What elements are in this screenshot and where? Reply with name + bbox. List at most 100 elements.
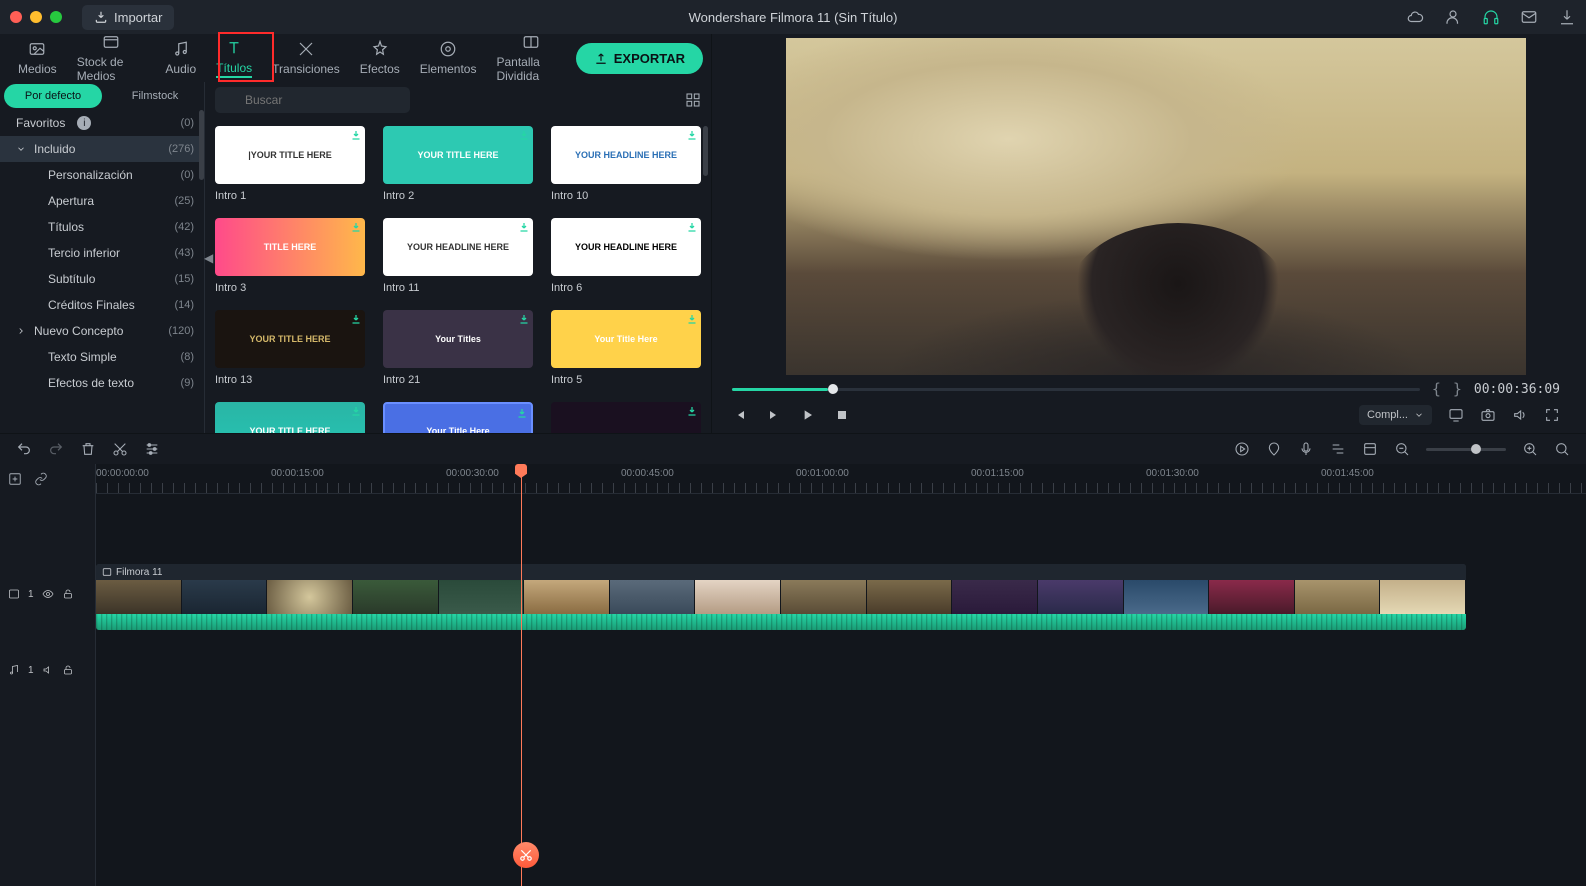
tab-default[interactable]: Por defecto [4,84,102,108]
effects-icon [371,40,389,58]
thumb-item[interactable]: YOUR TITLE HEREIntro 13 [215,310,365,386]
thumb-label: Intro 1 [215,190,365,202]
minimize-window[interactable] [30,11,42,23]
tab-transiciones[interactable]: Transiciones [262,36,350,80]
thumb-item[interactable]: |YOUR TITLE HEREIntro 1 [215,126,365,202]
grid-scrollbar[interactable] [703,126,708,176]
tree-favoritos[interactable]: Favoritosi(0) [0,110,204,136]
voiceover-icon[interactable] [1298,441,1314,457]
snapshot-icon[interactable] [1480,407,1496,423]
clip-icon [102,567,112,577]
thumb-item[interactable]: YOUR HEADLINE HEREIntro 10 [551,126,701,202]
eye-icon[interactable] [42,588,54,600]
category-list[interactable]: Favoritosi(0) Incluido(276) Personalizac… [0,110,204,433]
tab-split-screen[interactable]: Pantalla Dividida [486,29,575,87]
tab-medios[interactable]: Medios [8,36,67,80]
thumb-item[interactable]: YOUR HEADLINE HEREIntro 6 [551,218,701,294]
stop-button[interactable] [834,407,850,423]
split-button[interactable] [513,842,539,868]
zoom-slider[interactable] [1426,448,1506,451]
redo-button[interactable] [48,441,64,457]
tab-titulos[interactable]: Títulos [206,35,262,82]
mixer-icon[interactable] [1330,441,1346,457]
thumb-item[interactable] [551,402,701,433]
marker-icon[interactable] [1266,441,1282,457]
thumb-item[interactable]: Your Title Here [383,402,533,433]
thumb-item[interactable]: TITLE HEREIntro 3 [215,218,365,294]
progress-slider[interactable] [732,388,1420,391]
tree-efectos-texto[interactable]: Efectos de texto(9) [0,370,204,396]
import-button[interactable]: Importar [82,5,174,30]
thumb-item[interactable]: YOUR TITLE HEREIntro 2 [383,126,533,202]
tree-subtitulo[interactable]: Subtítulo(15) [0,266,204,292]
track-manage-icon[interactable] [8,472,22,486]
video-track-header[interactable]: 1 [8,588,74,600]
tree-tercio-inferior[interactable]: Tercio inferior(43) [0,240,204,266]
cut-button[interactable] [112,441,128,457]
thumb-label: Intro 10 [551,190,701,202]
keyframe-icon[interactable] [1362,441,1378,457]
mark-in[interactable]: { [1432,380,1441,398]
transitions-icon [297,40,315,58]
note-icon [8,664,20,676]
download-icon[interactable] [1558,8,1576,26]
mark-out[interactable]: } [1453,380,1462,398]
tree-scrollbar[interactable] [199,110,204,180]
zoom-window[interactable] [50,11,62,23]
thumb-item[interactable]: Your TitlesIntro 21 [383,310,533,386]
quality-dropdown[interactable]: Compl... [1359,405,1432,425]
audio-track-header[interactable]: 1 [8,664,74,676]
volume-icon[interactable] [1512,407,1528,423]
thumb-item[interactable]: YOUR TITLE HERE [215,402,365,433]
tree-personalizacion[interactable]: Personalización(0) [0,162,204,188]
thumb-item[interactable]: Your Title HereIntro 5 [551,310,701,386]
tree-titulos[interactable]: Títulos(42) [0,214,204,240]
fullscreen-icon[interactable] [1544,407,1560,423]
video-track[interactable]: Filmora 11 [96,564,1586,630]
tree-creditos-finales[interactable]: Créditos Finales(14) [0,292,204,318]
display-icon[interactable] [1448,407,1464,423]
grid-view-icon[interactable] [685,92,701,108]
tree-nuevo-concepto[interactable]: Nuevo Concepto(120) [0,318,204,344]
link-icon[interactable] [34,472,48,486]
thumb-image: TITLE HERE [215,218,365,276]
gutter-corner [8,464,48,494]
search-input[interactable] [215,87,410,113]
zoom-out-icon[interactable] [1394,441,1410,457]
video-clip[interactable]: Filmora 11 [96,564,1466,630]
lock-icon[interactable] [62,588,74,600]
render-icon[interactable] [1234,441,1250,457]
zoom-fit-icon[interactable] [1554,441,1570,457]
delete-button[interactable] [80,441,96,457]
playhead[interactable] [521,464,522,886]
elements-icon [439,40,457,58]
collapse-sidebar[interactable]: ◀ [204,251,213,265]
export-button[interactable]: EXPORTAR [576,43,703,74]
tree-texto-simple[interactable]: Texto Simple(8) [0,344,204,370]
tab-stock[interactable]: Stock de Medios [67,29,156,87]
thumb-image: Your Title Here [383,402,533,433]
tree-apertura[interactable]: Apertura(25) [0,188,204,214]
headphones-icon[interactable] [1482,8,1500,26]
speaker-icon[interactable] [42,664,54,676]
timeline-ruler[interactable]: 00:00:00:0000:00:15:0000:00:30:0000:00:4… [96,464,1586,494]
tree-incluido[interactable]: Incluido(276) [0,136,204,162]
undo-button[interactable] [16,441,32,457]
cloud-icon[interactable] [1406,8,1424,26]
tab-audio[interactable]: Audio [155,36,206,80]
zoom-in-icon[interactable] [1522,441,1538,457]
tab-efectos[interactable]: Efectos [350,36,410,80]
timeline-tracks[interactable]: 00:00:00:0000:00:15:0000:00:30:0000:00:4… [96,464,1586,886]
mail-icon[interactable] [1520,8,1538,26]
account-icon[interactable] [1444,8,1462,26]
play-button[interactable] [800,407,816,423]
close-window[interactable] [10,11,22,23]
next-frame-button[interactable] [766,407,782,423]
prev-frame-button[interactable] [732,407,748,423]
video-preview[interactable] [786,38,1526,375]
thumbnail-grid[interactable]: |YOUR TITLE HEREIntro 1YOUR TITLE HEREIn… [205,118,711,433]
thumb-item[interactable]: YOUR HEADLINE HEREIntro 11 [383,218,533,294]
tab-elementos[interactable]: Elementos [410,36,487,80]
adjust-button[interactable] [144,441,160,457]
lock-icon[interactable] [62,664,74,676]
